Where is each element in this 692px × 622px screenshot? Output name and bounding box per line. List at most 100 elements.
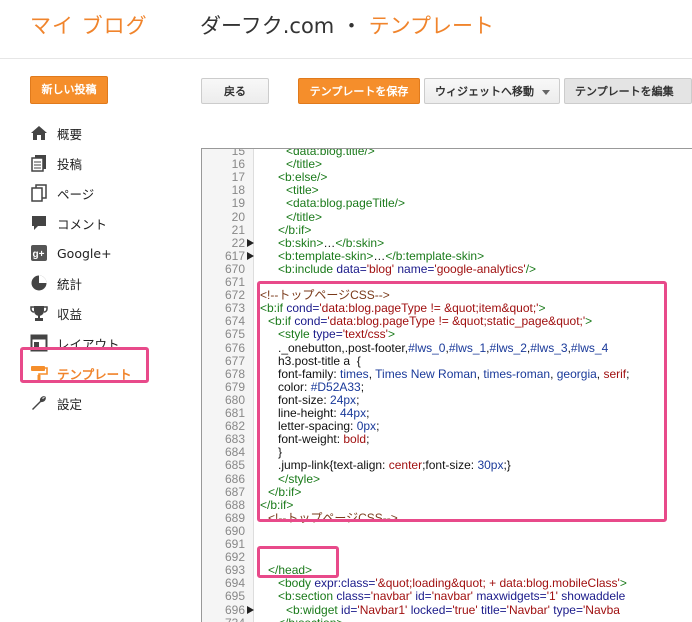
code-token: … <box>373 248 386 263</box>
sidebar-item-overview[interactable]: 概要 <box>30 118 160 148</box>
code-line[interactable]: 18 <title> <box>202 184 692 197</box>
code-text: <data:blog.pageTitle/> <box>286 197 405 210</box>
line-number: 695 <box>224 589 245 604</box>
new-post-button[interactable]: 新しい投稿 <box>30 76 108 104</box>
code-line[interactable]: 694 <body expr:class='&quot;loading&quot;… <box>202 577 692 590</box>
code-text: <b:skin>…</b:skin> <box>278 235 385 250</box>
sidebar-item-label: ページ <box>57 186 95 202</box>
sidebar-item-settings[interactable]: 設定 <box>30 388 160 418</box>
code-text: </title> <box>286 210 322 224</box>
jump-to-widget-dropdown[interactable]: ウィジェットへ移動 <box>424 78 560 104</box>
posts-icon <box>30 154 48 172</box>
trophy-icon <box>30 304 48 322</box>
code-token: showaddele <box>561 589 626 604</box>
line-number: 18 <box>231 183 245 198</box>
chevron-down-icon <box>542 90 550 95</box>
sidebar-item-label: 投稿 <box>57 156 83 172</box>
code-line[interactable]: 16 </title> <box>202 158 692 171</box>
code-text: <body expr:class='&quot;loading&quot; + … <box>278 577 627 590</box>
code-line[interactable]: 20 </title> <box>202 210 692 224</box>
code-text: <b:else/> <box>278 171 327 184</box>
highlight-box-template-nav <box>20 347 149 383</box>
code-token: <b:template-skin> <box>278 248 374 263</box>
code-token: /> <box>525 261 537 276</box>
code-line[interactable]: 670 <b:include data='blog' name='google-a… <box>202 261 692 276</box>
code-line[interactable]: 15 <data:blog.title/> <box>202 149 692 158</box>
line-number: 678 <box>224 366 245 381</box>
code-token: </b:section> <box>278 616 343 622</box>
fold-triangle-icon[interactable] <box>247 251 254 260</box>
stats-pie-icon <box>30 274 48 292</box>
line-number: 677 <box>224 353 245 368</box>
save-template-button[interactable]: テンプレートを保存 <box>298 78 420 104</box>
code-token: 'true' <box>452 602 481 617</box>
line-number: 672 <box>224 288 245 303</box>
code-token: maxwidgets= <box>476 589 547 604</box>
sidebar-item-earnings[interactable]: 収益 <box>30 298 160 328</box>
edit-template-button[interactable]: テンプレートを編集 <box>564 78 692 104</box>
code-line[interactable]: 19 <data:blog.pageTitle/> <box>202 197 692 210</box>
code-token: 'Navbar1' <box>357 602 411 617</box>
code-token: 'Navbar' <box>506 602 554 617</box>
blog-name[interactable]: ダーフク.com <box>200 14 334 38</box>
sidebar-item-stats[interactable]: 統計 <box>30 268 160 298</box>
sidebar-item-label: 設定 <box>57 396 83 412</box>
line-number: 22 <box>231 235 245 250</box>
code-token: title= <box>480 602 507 617</box>
sidebar-item-label: Google+ <box>57 245 112 261</box>
code-text: <b:include data='blog' name='google-anal… <box>278 261 537 276</box>
back-button[interactable]: 戻る <box>201 78 269 104</box>
fold-triangle-icon[interactable] <box>247 605 254 614</box>
code-token: 'Navba <box>582 602 620 617</box>
jump-to-widget-label: ウィジェットへ移動 <box>435 85 534 98</box>
code-token: <b:section <box>278 589 337 604</box>
code-token: '1' <box>546 589 562 604</box>
code-token: data= <box>336 261 367 276</box>
line-number: 689 <box>224 510 245 525</box>
line-number: 673 <box>224 301 245 316</box>
code-line[interactable]: 690 <box>202 523 692 538</box>
sidebar-item-posts[interactable]: 投稿 <box>30 148 160 178</box>
line-number: 671 <box>224 275 245 289</box>
code-text: <title> <box>286 184 319 197</box>
sidebar-item-comments[interactable]: コメント <box>30 208 160 238</box>
code-line[interactable]: 617 <b:template-skin>…</b:template-skin> <box>202 248 692 263</box>
code-line[interactable]: 22 <b:skin>…</b:skin> <box>202 235 692 250</box>
code-text: <b:template-skin>…</b:template-skin> <box>278 248 484 263</box>
header-divider <box>0 58 692 59</box>
sidebar-item-label: コメント <box>57 216 108 232</box>
code-token: 'navbar' <box>431 589 477 604</box>
line-number: 691 <box>224 537 245 551</box>
line-number: 688 <box>224 497 245 512</box>
fold-triangle-icon[interactable] <box>247 238 254 247</box>
line-number: 16 <box>231 157 245 172</box>
code-line[interactable]: 734 </b:section> <box>202 616 692 622</box>
current-page-name: テンプレート <box>368 14 495 38</box>
line-number: 683 <box>224 432 245 447</box>
code-token: id= <box>415 589 432 604</box>
code-token: <b:widget <box>286 602 342 617</box>
code-token: </title> <box>286 157 323 172</box>
code-token: name= <box>397 261 435 276</box>
code-token: '&quot;loading&quot; + data:blog.mobileC… <box>375 576 620 591</box>
sidebar-item-google-plus[interactable]: g+ Google+ <box>30 238 160 268</box>
line-number: 679 <box>224 379 245 394</box>
code-line[interactable]: 695 <b:section class='navbar' id='navbar'… <box>202 590 692 603</box>
code-line[interactable]: 21 </b:if> <box>202 222 692 237</box>
code-token: <data:blog.pageTitle/> <box>286 196 405 211</box>
code-line[interactable]: 696 <b:widget id='Navbar1' locked='true' … <box>202 602 692 617</box>
code-line[interactable]: 17 <b:else/> <box>202 171 692 184</box>
sidebar-item-label: 概要 <box>57 126 83 142</box>
sidebar-item-pages[interactable]: ページ <box>30 178 160 208</box>
code-token: <b:skin> <box>278 235 324 250</box>
app-title[interactable]: マイ ブログ <box>30 10 148 40</box>
code-text: <b:section class='navbar' id='navbar' ma… <box>278 590 625 603</box>
line-number: 21 <box>231 222 245 237</box>
line-number: 690 <box>224 523 245 538</box>
line-number: 694 <box>224 576 245 591</box>
highlight-box-head-close <box>257 546 339 578</box>
code-text: </b:if> <box>278 223 311 237</box>
code-token: </b:skin> <box>335 235 385 250</box>
comment-icon <box>30 214 48 232</box>
code-text: </title> <box>286 158 322 171</box>
